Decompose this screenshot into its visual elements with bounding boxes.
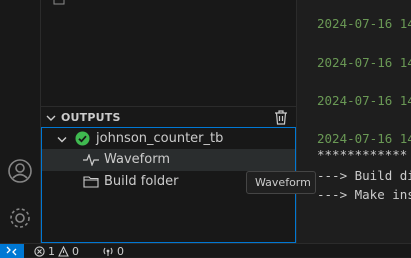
file-icon xyxy=(53,0,65,5)
trash-icon[interactable] xyxy=(274,110,288,125)
problems-indicator[interactable]: 1 0 xyxy=(34,245,79,258)
terminal-line: 2024-07-16 14 xyxy=(317,55,411,70)
sidebar: OUTPUTS johnson_counter_tb Waveform Buil… xyxy=(41,0,306,243)
terminal-line: 2024-07-16 14 xyxy=(317,16,411,31)
terminal-line: 2024-07-16 14 xyxy=(317,93,411,108)
tree-item-waveform[interactable]: Waveform xyxy=(42,149,295,171)
outputs-title: OUTPUTS xyxy=(61,111,121,124)
remote-icon xyxy=(6,246,17,256)
terminal-line: ---> Make ins xyxy=(317,187,411,202)
waveform-tooltip: Waveform xyxy=(246,171,316,194)
warning-icon xyxy=(58,246,69,257)
folder-icon xyxy=(83,176,99,188)
error-icon xyxy=(34,246,45,257)
chevron-down-icon xyxy=(57,137,67,143)
account-icon[interactable] xyxy=(4,155,36,187)
settings-gear-icon[interactable] xyxy=(4,202,36,234)
ports-count: 0 xyxy=(117,245,124,258)
terminal-line: 2024-07-16 14 xyxy=(317,131,411,146)
tree-item-johnson-counter-tb[interactable]: johnson_counter_tb xyxy=(42,128,295,150)
tree-item-label: johnson_counter_tb xyxy=(96,131,224,146)
terminal-line: ---> Build di xyxy=(317,168,411,183)
broadcast-icon xyxy=(103,247,113,256)
tooltip-text: Waveform xyxy=(255,176,311,189)
check-circle-icon xyxy=(75,131,90,146)
ports-indicator[interactable]: 0 xyxy=(102,245,124,258)
partial-list-item xyxy=(41,0,296,7)
terminal-line: ************ xyxy=(317,147,408,162)
terminal-panel[interactable]: 2024-07-16 14 2024-07-16 14 2024-07-16 1… xyxy=(296,0,411,243)
tree-item-label: Waveform xyxy=(104,152,170,167)
tree-item-label: Build folder xyxy=(104,174,179,189)
status-bar: 1 0 0 xyxy=(0,243,411,258)
waveform-icon xyxy=(83,154,99,166)
warning-count: 0 xyxy=(72,245,79,258)
outputs-section-header[interactable]: OUTPUTS xyxy=(41,106,296,129)
error-count: 1 xyxy=(48,245,55,258)
activity-bar xyxy=(0,0,41,243)
remote-indicator[interactable] xyxy=(0,244,24,258)
chevron-down-icon xyxy=(46,115,56,121)
